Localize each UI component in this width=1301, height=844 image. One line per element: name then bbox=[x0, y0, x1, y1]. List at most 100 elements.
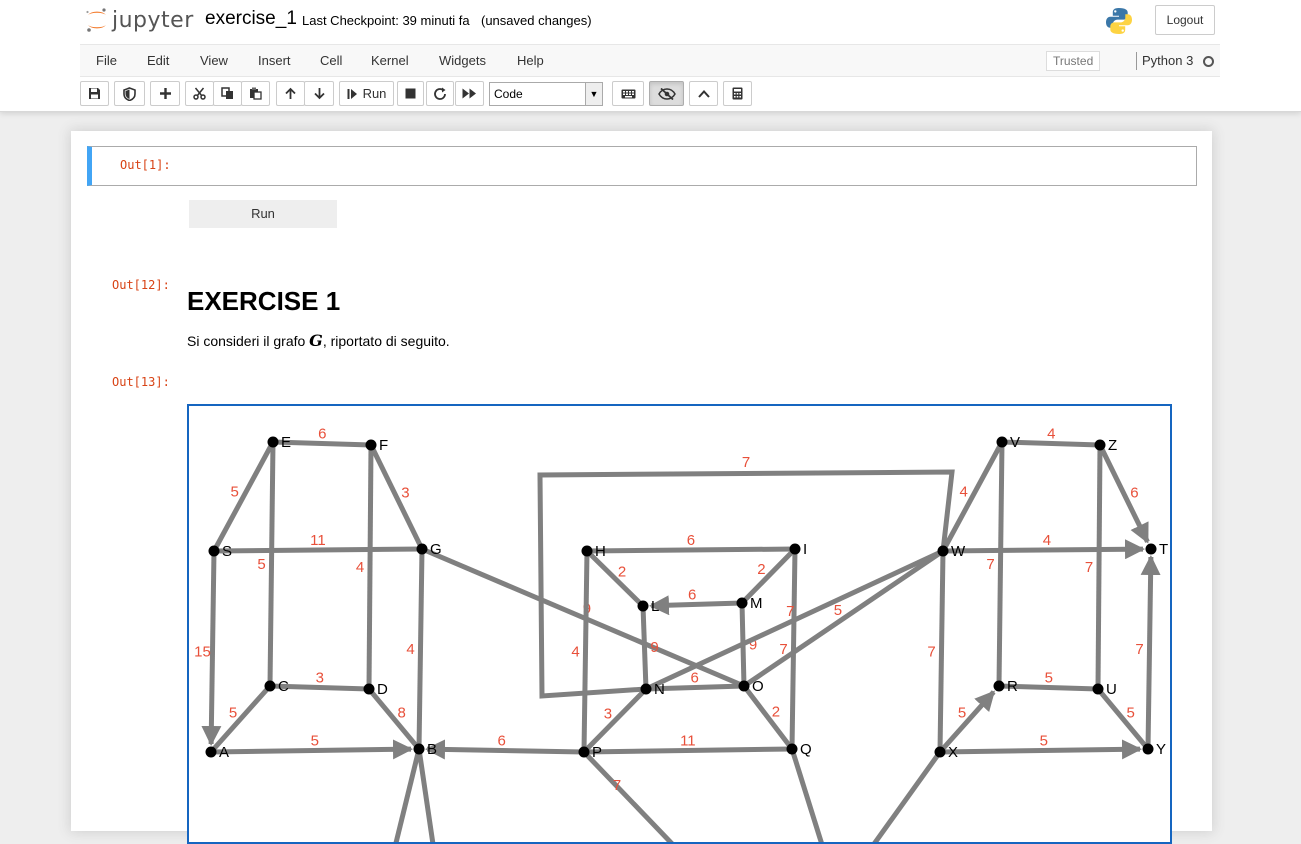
collapse-button[interactable] bbox=[689, 81, 718, 106]
graph-node-O bbox=[738, 680, 750, 692]
menu-widgets[interactable]: Widgets bbox=[439, 45, 486, 77]
graph-edge-W-V bbox=[940, 440, 1005, 553]
graph-node-F bbox=[365, 439, 377, 451]
menu-file[interactable]: File bbox=[96, 45, 117, 77]
cell-type-select[interactable]: Code ▼ bbox=[489, 82, 603, 106]
autosave-status: (unsaved changes) bbox=[481, 13, 592, 28]
edge-weight-label: 7 bbox=[986, 556, 994, 573]
edge-weight-label: 3 bbox=[316, 670, 324, 687]
kernel-separator bbox=[1136, 52, 1137, 70]
graph-edge-Y-T bbox=[1140, 554, 1161, 750]
edge-weight-label: 6 bbox=[318, 426, 326, 443]
graph-node-label: E bbox=[281, 434, 291, 451]
graph-edge-P-N bbox=[582, 687, 648, 754]
description-text-end: , riportato di seguito. bbox=[322, 333, 450, 349]
restart-icon bbox=[434, 87, 446, 100]
graph-edge-M-L bbox=[648, 595, 743, 616]
edge-weight-label: 5 bbox=[231, 484, 239, 501]
keyboard-icon bbox=[621, 89, 635, 98]
command-palette-button[interactable] bbox=[612, 81, 644, 106]
paste-button[interactable] bbox=[241, 81, 270, 106]
graph-edge-W-X bbox=[937, 550, 946, 753]
trusted-indicator[interactable]: Trusted bbox=[1046, 51, 1101, 71]
edge-weight-label: 4 bbox=[1043, 532, 1051, 549]
kernel-idle-icon bbox=[1203, 56, 1214, 67]
jupyter-logo[interactable]: jupyter bbox=[84, 5, 194, 35]
selected-output-cell[interactable]: Out[1]: bbox=[87, 146, 1197, 186]
graph-edge-U-Y bbox=[1096, 687, 1150, 751]
fast-forward-icon bbox=[462, 88, 476, 99]
graph-node-H bbox=[581, 545, 593, 557]
graph-edge-W-T bbox=[942, 539, 1146, 560]
graph-node-P bbox=[578, 746, 590, 758]
graph-edge-A-B bbox=[210, 739, 414, 760]
interrupt-button[interactable] bbox=[397, 81, 424, 106]
arrow-up-icon bbox=[285, 87, 296, 99]
graph-node-label: N bbox=[654, 681, 665, 698]
menu-kernel[interactable]: Kernel bbox=[371, 45, 409, 77]
move-down-button[interactable] bbox=[304, 81, 334, 106]
move-up-button[interactable] bbox=[276, 81, 305, 106]
menu-insert[interactable]: Insert bbox=[258, 45, 291, 77]
edge-weight-label: 7 bbox=[1085, 559, 1093, 576]
graph-edge-E-C bbox=[267, 441, 276, 687]
edge-weight-label: 7 bbox=[742, 454, 750, 471]
chevron-up-icon bbox=[697, 89, 710, 98]
graph-node-B bbox=[413, 743, 425, 755]
graph-node-label: P bbox=[592, 744, 602, 761]
graph-edge-O-Q bbox=[742, 684, 794, 751]
run-button[interactable]: Run bbox=[339, 81, 394, 106]
graph-edge-G-B bbox=[416, 548, 425, 750]
menu-cell[interactable]: Cell bbox=[320, 45, 342, 77]
menu-edit[interactable]: Edit bbox=[147, 45, 169, 77]
plus-icon bbox=[159, 88, 171, 99]
graph-node-label: U bbox=[1106, 681, 1117, 698]
edge-weight-label: 3 bbox=[604, 705, 612, 722]
graph-node-label: H bbox=[595, 543, 606, 560]
graph-node-A bbox=[205, 746, 217, 758]
edge-weight-label: 7 bbox=[927, 643, 935, 660]
copy-button[interactable] bbox=[213, 81, 242, 106]
graph-node-C bbox=[264, 680, 276, 692]
graph-node-label: C bbox=[278, 678, 289, 695]
description-text: Si consideri il grafo bbox=[187, 333, 310, 349]
graph-node-label: X bbox=[948, 744, 958, 761]
widget-run-button[interactable]: Run bbox=[189, 200, 337, 228]
graph-node-label: L bbox=[651, 598, 659, 615]
edge-weight-label: 7 bbox=[786, 603, 794, 620]
graph-node-label: S bbox=[222, 543, 232, 560]
run-button-label: Run bbox=[362, 86, 387, 101]
logout-button[interactable]: Logout bbox=[1155, 5, 1215, 35]
edge-weight-label: 7 bbox=[613, 777, 621, 794]
restart-button[interactable] bbox=[426, 81, 454, 106]
notebook-name[interactable]: exercise_1 bbox=[205, 8, 297, 30]
graph-edge-V-R bbox=[996, 441, 1005, 687]
calculator-button[interactable] bbox=[723, 81, 752, 106]
insert-cell-button[interactable] bbox=[150, 81, 180, 106]
cut-button[interactable] bbox=[185, 81, 214, 106]
checkpoint-status: Last Checkpoint: 39 minuti fa bbox=[302, 13, 470, 28]
save-button[interactable] bbox=[80, 81, 109, 106]
graph-node-T bbox=[1145, 543, 1157, 555]
graph-edge-E-S bbox=[211, 440, 276, 553]
graph-edge-S-G bbox=[213, 546, 423, 554]
edge-weight-label: 7 bbox=[1135, 641, 1143, 658]
menu-view[interactable]: View bbox=[200, 45, 228, 77]
graph-node-R bbox=[993, 680, 1005, 692]
graph-node-label: V bbox=[1010, 434, 1020, 451]
edge-weight-label: 11 bbox=[310, 532, 326, 549]
graph-node-label: D bbox=[377, 681, 388, 698]
edge-weight-label: 6 bbox=[691, 670, 699, 687]
edge-weight-label: 9 bbox=[650, 639, 658, 656]
paste-icon bbox=[250, 87, 262, 100]
edge-weight-label: 15 bbox=[194, 643, 211, 660]
toggle-visibility-button[interactable] bbox=[649, 81, 684, 106]
out13-prompt: Out[13]: bbox=[112, 375, 170, 389]
restart-run-all-button[interactable] bbox=[455, 81, 484, 106]
trust-button[interactable] bbox=[114, 81, 145, 106]
menu-help[interactable]: Help bbox=[517, 45, 544, 77]
graph-node-label: M bbox=[750, 595, 763, 612]
graph-node-N bbox=[640, 683, 652, 695]
graph-node-G bbox=[416, 543, 428, 555]
edge-weight-label: 4 bbox=[356, 559, 364, 576]
